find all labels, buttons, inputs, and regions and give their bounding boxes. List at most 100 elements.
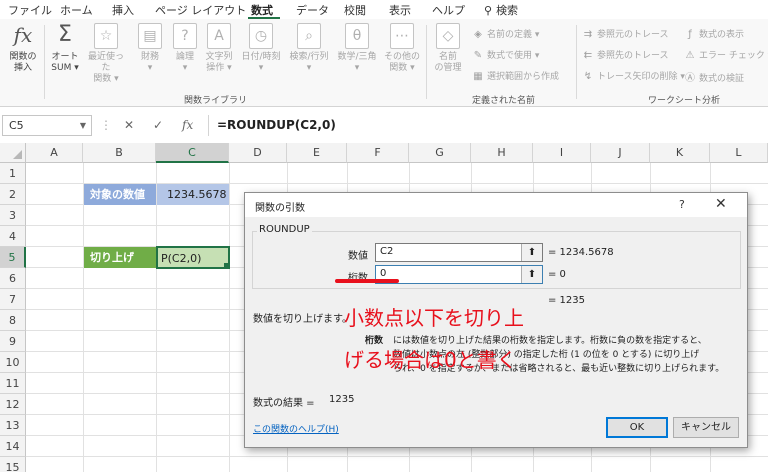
cancel-button[interactable]: キャンセル <box>673 417 739 438</box>
arg-digits-value: 0 <box>380 268 387 279</box>
insert-function-button[interactable]: fx 関数の 挿入 <box>6 23 40 74</box>
cancel-entry-icon[interactable]: ✕ <box>124 118 134 132</box>
tab-review[interactable]: 校閲 <box>344 2 366 18</box>
chevron-down-icon[interactable]: ▼ <box>80 121 86 130</box>
cell-b5[interactable]: 切り上げ <box>84 247 156 268</box>
tab-view[interactable]: 表示 <box>389 2 411 18</box>
tab-file[interactable]: ファイル <box>8 2 52 18</box>
search-icon: ⚲ <box>484 4 493 17</box>
create-from-selection-button[interactable]: ▦ 選択範囲から作成 <box>472 69 559 82</box>
search-label: 検索 <box>496 4 519 17</box>
tab-formulas[interactable]: 数式 <box>251 2 273 18</box>
arg-digits-input[interactable]: 0 <box>375 265 543 284</box>
column-header-h[interactable]: H <box>471 143 533 163</box>
cell-c2[interactable]: 1234.5678 <box>157 184 229 205</box>
row-header-2[interactable]: 2 <box>0 184 26 205</box>
cell-b2[interactable]: 対象の数値 <box>84 184 156 205</box>
row-header-12[interactable]: 12 <box>0 394 26 415</box>
row-header-9[interactable]: 9 <box>0 331 26 352</box>
column-header-b[interactable]: B <box>83 143 156 163</box>
row-header-7[interactable]: 7 <box>0 289 26 310</box>
help-icon[interactable]: ? <box>679 198 685 211</box>
row-header-4[interactable]: 4 <box>0 226 26 247</box>
search-tab[interactable]: ⚲ 検索 <box>484 2 518 18</box>
collapse-arrow-icon[interactable]: ⬆ <box>521 244 542 261</box>
text-book-icon: A <box>207 23 231 49</box>
cell-c5-active[interactable]: P(C2,0) <box>156 246 230 269</box>
column-header-d[interactable]: D <box>229 143 287 163</box>
formula-input[interactable]: =ROUNDUP(C2,0) <box>208 115 766 136</box>
function-name: ROUNDUP <box>257 224 312 235</box>
close-icon[interactable]: ✕ <box>715 196 727 212</box>
row-header-10[interactable]: 10 <box>0 352 26 373</box>
row-header-8[interactable]: 8 <box>0 310 26 331</box>
evaluate-icon: Ⓐ <box>685 73 695 84</box>
column-header-k[interactable]: K <box>650 143 710 163</box>
column-header-j[interactable]: J <box>591 143 650 163</box>
formula-result-label: 数式の結果 = <box>253 398 315 409</box>
tab-data[interactable]: データ <box>296 2 329 18</box>
trace-precedents-icon: ⇉ <box>583 29 593 40</box>
logical-button[interactable]: ? 論理 ▾ <box>170 23 200 74</box>
row-header-3[interactable]: 3 <box>0 205 26 226</box>
define-name-label: 名前の定義 ▾ <box>487 30 540 40</box>
row-header-11[interactable]: 11 <box>0 373 26 394</box>
column-header-c[interactable]: C <box>156 143 229 163</box>
tab-home[interactable]: ホーム <box>60 2 93 18</box>
column-header-f[interactable]: F <box>347 143 409 163</box>
text-functions-button[interactable]: A 文字列 操作 ▾ <box>201 23 237 74</box>
show-formulas-button[interactable]: ƒ 数式の表示 <box>684 27 744 40</box>
math-trig-button[interactable]: θ 数学/三角 ▾ <box>334 23 380 74</box>
autosum-button[interactable]: Σ オート SUM ▾ <box>48 23 82 74</box>
dialog-titlebar[interactable]: 関数の引数 ? ✕ <box>245 193 747 217</box>
show-formulas-label: 数式の表示 <box>699 30 745 40</box>
datetime-button[interactable]: ◷ 日付/時刻 ▾ <box>238 23 284 74</box>
row-header-6[interactable]: 6 <box>0 268 26 289</box>
row-header-13[interactable]: 13 <box>0 415 26 436</box>
column-header-e[interactable]: E <box>287 143 347 163</box>
tab-insert[interactable]: 挿入 <box>112 2 134 18</box>
lookup-button[interactable]: ⌕ 検索/行列 ▾ <box>286 23 332 74</box>
name-box[interactable]: C5 ▼ <box>2 115 92 136</box>
column-header-l[interactable]: L <box>710 143 768 163</box>
sigma-icon: Σ <box>58 22 72 47</box>
name-manager-button[interactable]: ◇ 名前 の管理 <box>430 23 466 74</box>
math-trig-label: 数学/三角 ▾ <box>337 52 377 73</box>
row-header-1[interactable]: 1 <box>0 163 26 184</box>
function-help-link[interactable]: この関数のヘルプ(H) <box>253 422 339 435</box>
function-library-group-label: 関数ライブラリ <box>184 96 248 106</box>
row-header-15[interactable]: 15 <box>0 457 26 472</box>
collapse-arrow-icon[interactable]: ⬆ <box>521 266 542 283</box>
fx-icon: fx <box>13 23 33 47</box>
more-book-icon: ⋯ <box>390 23 414 49</box>
tab-page-layout[interactable]: ページ レイアウト <box>155 2 246 18</box>
evaluate-formula-button[interactable]: Ⓐ 数式の検証 <box>684 69 744 84</box>
tag-small-icon: ◈ <box>474 29 482 40</box>
confirm-entry-icon[interactable]: ✓ <box>153 118 163 132</box>
row-header-5[interactable]: 5 <box>0 247 26 268</box>
more-functions-label: その他の 関数 ▾ <box>383 52 420 73</box>
define-name-button[interactable]: ◈ 名前の定義 ▾ <box>472 27 539 40</box>
arg-number-result: = 1234.5678 <box>548 247 614 258</box>
row-header-14[interactable]: 14 <box>0 436 26 457</box>
use-in-formula-button[interactable]: ✎ 数式で使用 ▾ <box>472 48 540 61</box>
ok-button[interactable]: OK <box>606 417 668 438</box>
function-description: 数値を切り上げます。 <box>253 314 352 325</box>
column-header-a[interactable]: A <box>26 143 83 163</box>
trace-dependents-icon: ⇇ <box>583 50 593 61</box>
insert-function-icon[interactable]: fx <box>182 118 193 132</box>
column-header-g[interactable]: G <box>409 143 471 163</box>
financial-button[interactable]: ▤ 財務 ▾ <box>132 23 168 74</box>
trace-dependents-label: 参照先のトレース <box>597 51 669 61</box>
trace-dependents-button[interactable]: ⇇ 参照先のトレース <box>582 48 669 61</box>
select-all-button[interactable] <box>0 143 26 163</box>
tab-help[interactable]: ヘルプ <box>432 2 465 18</box>
error-checking-button[interactable]: ⚠ エラー チェック ▾ <box>684 48 768 61</box>
column-header-i[interactable]: I <box>533 143 591 163</box>
arg-number-input[interactable]: C2 <box>375 243 543 262</box>
grid-line <box>229 163 230 472</box>
recent-functions-button[interactable]: ☆ 最近使った 関数 ▾ <box>84 23 128 85</box>
trace-precedents-button[interactable]: ⇉ 参照元のトレース <box>582 27 669 40</box>
more-functions-button[interactable]: ⋯ その他の 関数 ▾ <box>382 23 422 74</box>
remove-arrows-button[interactable]: ↯ トレース矢印の削除 ▾ <box>582 69 685 82</box>
